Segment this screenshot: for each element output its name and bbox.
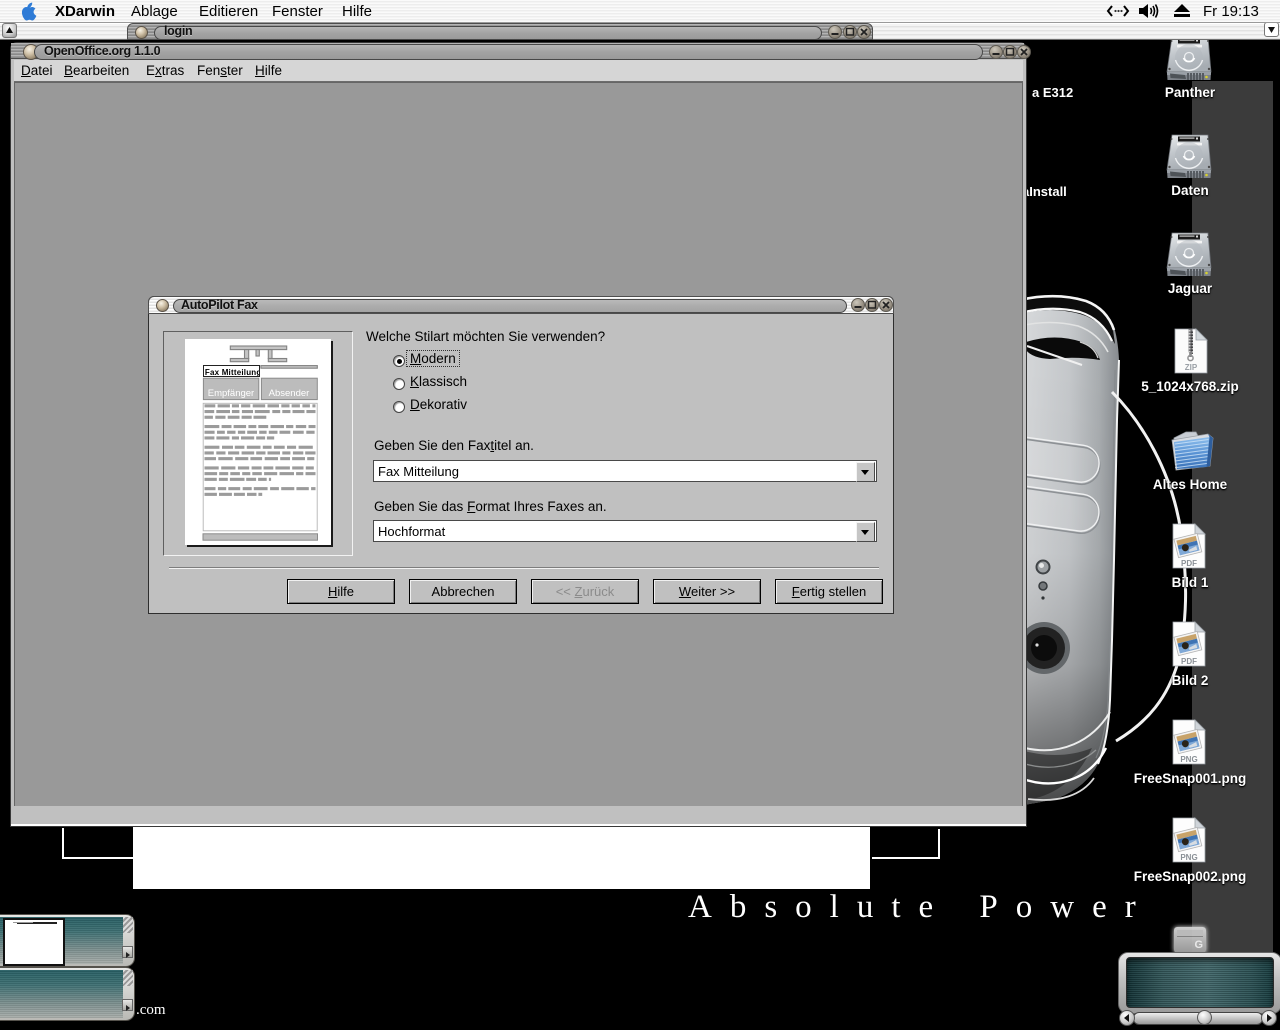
svg-text:PDF: PDF <box>1181 559 1197 568</box>
svg-text:Empfänger: Empfänger <box>208 388 254 399</box>
svg-text:PNG: PNG <box>1180 755 1197 764</box>
svg-text:Absender: Absender <box>269 388 310 399</box>
svg-text:PNG: PNG <box>1180 853 1197 862</box>
svg-text:PDF: PDF <box>1181 657 1197 666</box>
svg-text:ZIP: ZIP <box>1185 363 1198 372</box>
